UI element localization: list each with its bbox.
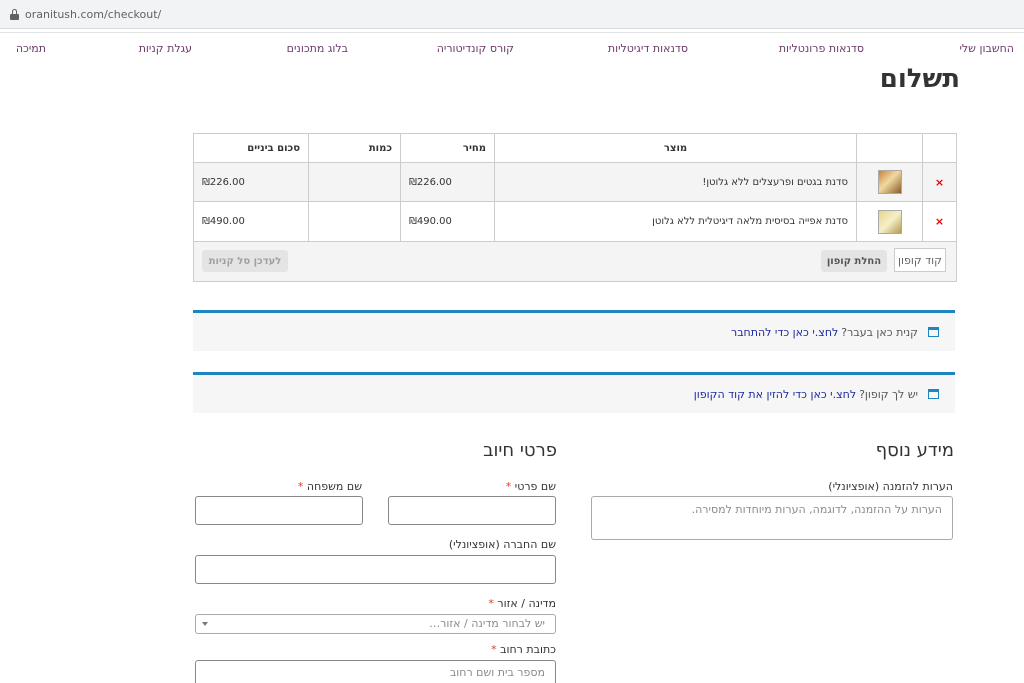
chevron-down-icon: [202, 622, 208, 626]
url-text: oranitush.com/checkout/: [25, 7, 162, 21]
nav-support[interactable]: תמיכה: [16, 42, 46, 55]
cart-table: מוצר מחיר כמות סכום ביניים × סדנת בגטים …: [193, 133, 957, 282]
nav-shopping-cart[interactable]: עגלת קניות: [139, 42, 192, 55]
header-price: מחיר: [400, 134, 494, 162]
company-input[interactable]: [195, 555, 556, 584]
company-label: שם החברה (אופציונלי): [448, 538, 556, 551]
first-name-label: שם פרטי *: [505, 480, 556, 493]
country-select-value: יש לבחור מדינה / אזור…: [429, 617, 545, 630]
address-bar[interactable]: oranitush.com/checkout/: [2, 3, 1024, 25]
product-quantity: [308, 163, 400, 201]
lock-icon: [10, 8, 19, 20]
last-name-input[interactable]: [195, 496, 363, 525]
divider: [0, 32, 1024, 33]
country-select[interactable]: יש לבחור מדינה / אזור…: [195, 614, 556, 634]
order-notes-textarea[interactable]: הערות על ההזמנה, לדוגמה, הערות מיוחדות ל…: [591, 496, 953, 540]
product-price: ₪226.00: [400, 163, 494, 201]
cart-actions: קוד קופון החלת קופון לעדכן סל קניות: [194, 242, 956, 281]
remove-item-icon[interactable]: ×: [935, 215, 944, 228]
product-name[interactable]: סדנת אפייה בסיסית מלאה דיגיטלית ללא גלוט…: [494, 202, 856, 241]
nav-pastry-course[interactable]: קורס קונדיטוריה: [437, 42, 514, 55]
update-cart-button[interactable]: לעדכן סל קניות: [202, 250, 288, 272]
product-price: ₪490.00: [400, 202, 494, 241]
page-title: תשלום: [879, 64, 960, 94]
login-notice: קנית כאן בעבר? לחצ.י כאן כדי להתחבר: [193, 310, 955, 351]
coupon-link[interactable]: לחצ.י כאן כדי להזין את קוד הקופון: [694, 388, 856, 401]
required-mark: *: [505, 480, 512, 493]
coupon-input[interactable]: קוד קופון: [894, 248, 946, 272]
header-quantity: כמות: [308, 134, 400, 162]
coupon-notice-text: יש לך קופון?: [859, 387, 918, 401]
order-notes-label: הערות להזמנה (אופציונלי): [828, 480, 953, 493]
product-subtotal: ₪226.00: [202, 176, 245, 188]
apply-coupon-button[interactable]: החלת קופון: [821, 250, 887, 272]
last-name-label: שם משפחה *: [297, 480, 362, 493]
table-row: × סדנת אפייה בסיסית מלאה דיגיטלית ללא גל…: [194, 202, 956, 242]
table-header: מוצר מחיר כמות סכום ביניים: [194, 134, 956, 163]
product-quantity: [308, 202, 400, 241]
window-icon: [928, 389, 939, 399]
product-thumbnail[interactable]: [877, 209, 902, 234]
nav-digital-workshops[interactable]: סדנאות דיגיטליות: [608, 42, 688, 55]
header-product: מוצר: [494, 134, 856, 162]
required-mark: *: [491, 643, 497, 656]
main-nav: החשבון שלי סדנאות פרונטליות סדנאות דיגיט…: [0, 34, 1024, 62]
street-input[interactable]: מספר בית ושם רחוב: [195, 660, 556, 683]
nav-recipe-blog[interactable]: בלוג מתכונים: [287, 42, 348, 55]
login-notice-text: קנית כאן בעבר?: [841, 325, 918, 339]
country-label: מדינה / אזור *: [488, 597, 556, 610]
header-subtotal: סכום ביניים: [247, 142, 300, 154]
nav-frontal-workshops[interactable]: סדנאות פרונטליות: [779, 42, 864, 55]
required-mark: *: [297, 480, 304, 493]
remove-item-icon[interactable]: ×: [935, 176, 944, 189]
product-name[interactable]: סדנת בגטים ופרעצלים ללא גלוטן!: [494, 163, 856, 201]
product-thumbnail[interactable]: [877, 170, 902, 194]
first-name-input[interactable]: [388, 496, 556, 525]
window-icon: [928, 327, 939, 337]
product-subtotal: ₪490.00: [202, 216, 245, 227]
required-mark: *: [488, 597, 494, 610]
additional-info-heading: מידע נוסף: [875, 440, 954, 461]
coupon-notice: יש לך קופון? לחצ.י כאן כדי להזין את קוד …: [193, 372, 955, 413]
billing-heading: פרטי חיוב: [483, 440, 557, 461]
browser-toolbar: oranitush.com/checkout/: [0, 0, 1024, 29]
table-row: × סדנת בגטים ופרעצלים ללא גלוטן! ₪226.00…: [194, 163, 956, 202]
street-label: כתובת רחוב *: [491, 643, 556, 656]
nav-my-account[interactable]: החשבון שלי: [959, 42, 1014, 55]
login-link[interactable]: לחצ.י כאן כדי להתחבר: [731, 326, 838, 339]
